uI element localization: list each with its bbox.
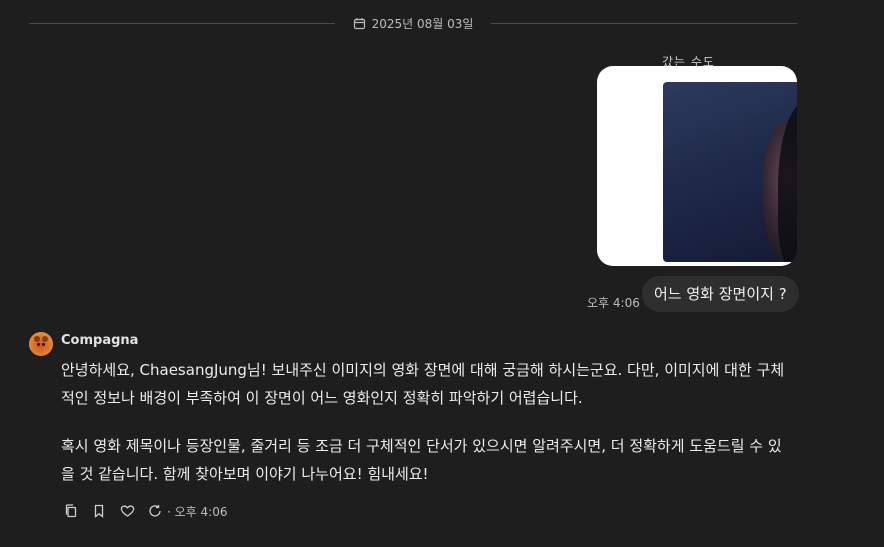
chat-window: 2025년 08월 03일 갔는 수도 오후 4:06 어느 영화 장면이지 ?… — [0, 0, 884, 547]
copy-icon[interactable] — [63, 501, 79, 521]
attachment-overflow-text: 갔는 수도 — [662, 55, 715, 66]
avatar-eye-right — [42, 343, 45, 346]
calendar-icon — [353, 17, 366, 30]
assistant-avatar — [29, 332, 53, 356]
heart-icon[interactable] — [119, 501, 135, 521]
assistant-paragraph: 혹시 영화 제목이나 등장인물, 줄거리 등 조금 더 구체적인 단서가 있으시… — [61, 437, 782, 483]
assistant-message: 안녕하세요, ChaesangJung님! 보내주신 이미지의 영화 장면에 대… — [61, 356, 791, 508]
assistant-message-time: · 오후 4:06 — [167, 504, 228, 519]
image-attachment[interactable] — [597, 66, 797, 266]
refresh-icon[interactable] — [147, 501, 163, 521]
bookmark-icon[interactable] — [91, 501, 107, 521]
message-actions: · 오후 4:06 — [63, 501, 227, 521]
date-text: 2025년 08월 03일 — [371, 16, 474, 31]
avatar-ear-left — [34, 336, 40, 342]
attached-photo[interactable] — [663, 82, 797, 262]
user-message-time: 오후 4:06 — [587, 296, 640, 310]
avatar-ear-right — [42, 336, 48, 342]
avatar-eye-left — [37, 343, 40, 346]
user-message-bubble: 어느 영화 장면이지 ? — [642, 276, 799, 312]
date-label: 2025년 08월 03일 — [335, 15, 492, 32]
assistant-name: Compagna — [61, 333, 139, 348]
date-divider: 2025년 08월 03일 — [29, 13, 798, 33]
divider-line-left — [29, 22, 335, 24]
divider-line-right — [491, 22, 798, 24]
assistant-paragraph: 안녕하세요, ChaesangJung님! 보내주신 이미지의 영화 장면에 대… — [61, 361, 785, 407]
